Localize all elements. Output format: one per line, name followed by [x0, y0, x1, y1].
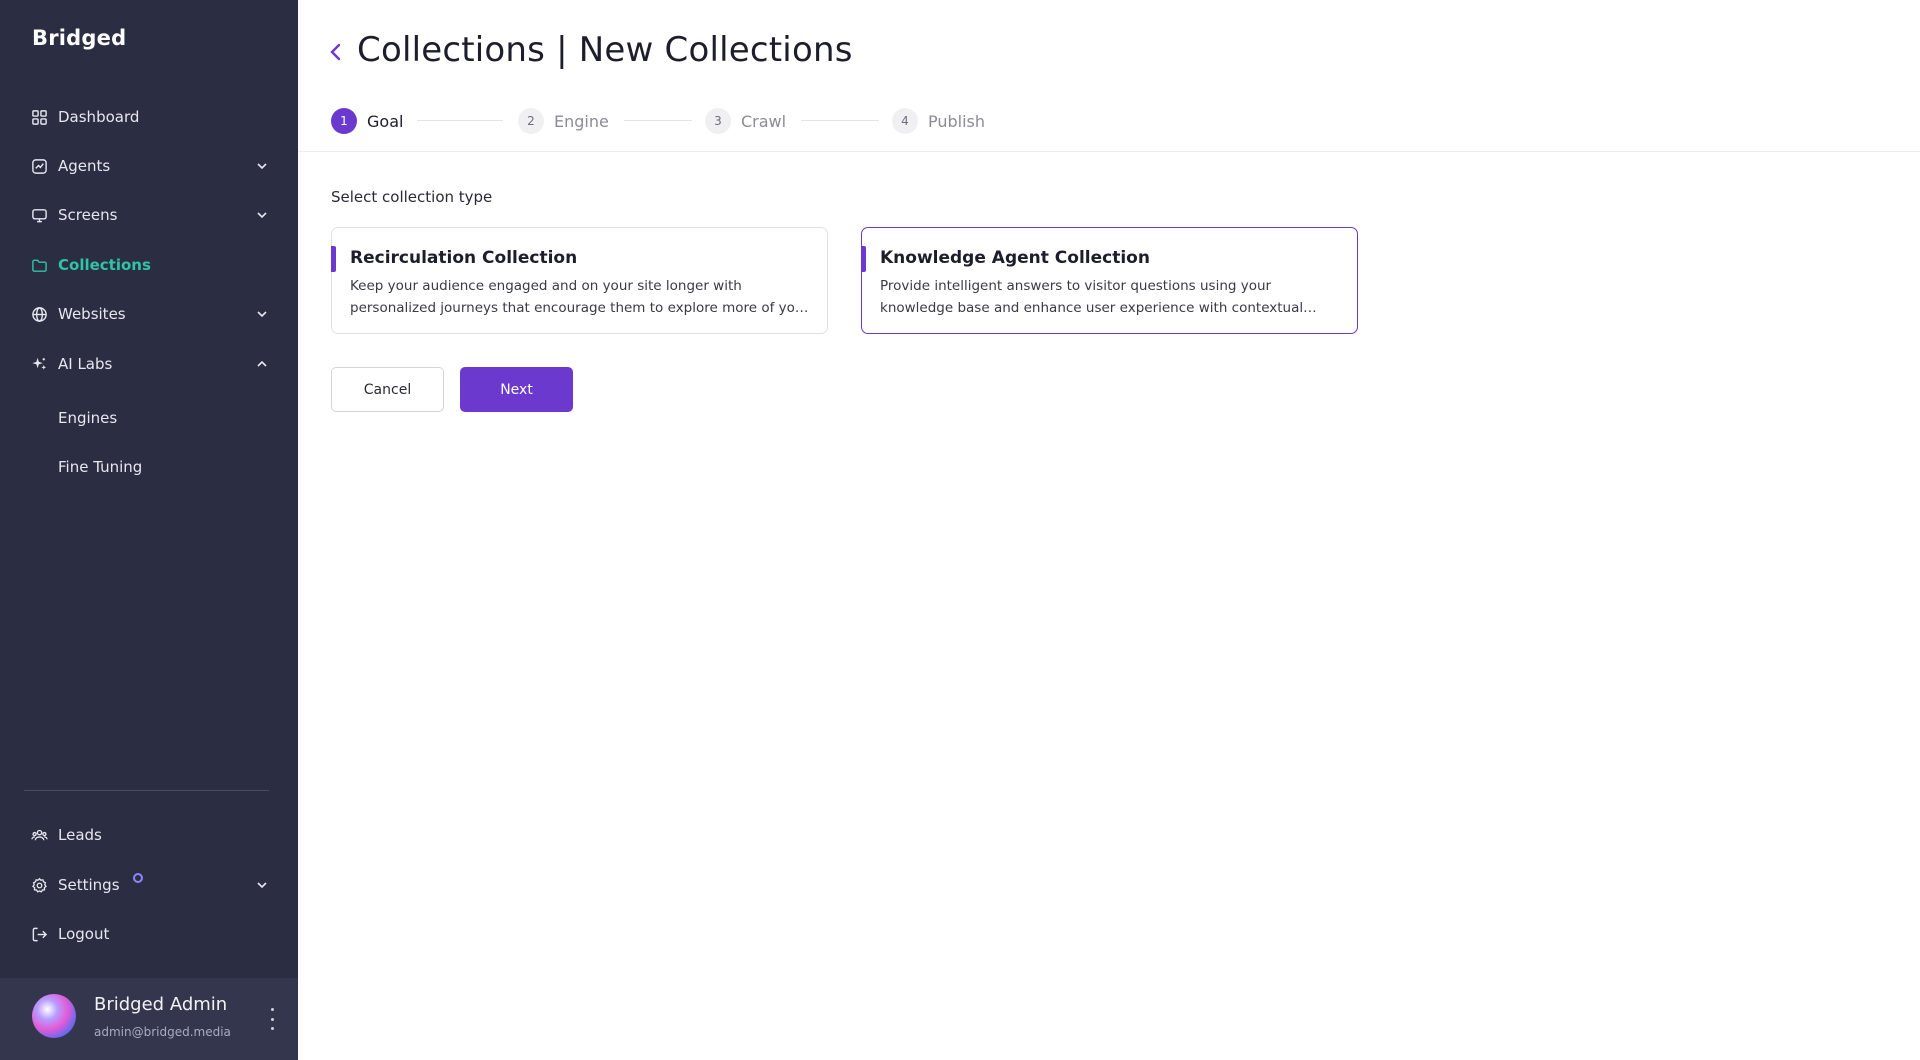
chevron-down-icon[interactable] [254, 306, 270, 322]
step-engine[interactable]: 2 Engine [518, 107, 609, 135]
sidebar-item-settings[interactable]: Settings [30, 868, 270, 902]
step-label: Goal [367, 111, 404, 131]
sparkles-icon [30, 355, 48, 373]
step-number: 3 [705, 108, 731, 134]
step-number: 4 [892, 108, 918, 134]
sidebar-subitem-engines[interactable]: Engines [58, 403, 117, 433]
chevron-down-icon[interactable] [254, 158, 270, 174]
chevron-down-icon[interactable] [254, 877, 270, 893]
header-divider [298, 151, 1920, 152]
sidebar-item-label: Collections [58, 256, 151, 274]
sidebar-item-label: Settings [58, 876, 120, 894]
sidebar-item-collections[interactable]: Collections [30, 248, 270, 282]
cancel-button[interactable]: Cancel [331, 367, 444, 412]
sidebar-subitem-label: Fine Tuning [58, 458, 143, 476]
sidebar-item-label: Websites [58, 305, 126, 323]
step-goal[interactable]: 1 Goal [331, 107, 403, 135]
sidebar-item-label: Agents [58, 157, 111, 175]
chart-icon [30, 157, 48, 175]
brand-logo[interactable]: Bridged [32, 26, 126, 50]
step-publish[interactable]: 4 Publish [892, 107, 985, 135]
monitor-icon [30, 206, 48, 224]
page-title: Collections | New Collections [357, 30, 853, 70]
chevron-up-icon[interactable] [254, 356, 270, 372]
grid-icon [30, 108, 48, 126]
sidebar-item-label: Logout [58, 925, 110, 943]
sidebar-item-dashboard[interactable]: Dashboard [30, 100, 270, 134]
card-description: Provide intelligent answers to visitor q… [880, 278, 1304, 316]
user-email: admin@bridged.media [94, 1025, 231, 1039]
step-number: 1 [331, 108, 357, 134]
stepper: 1 Goal 2 Engine 3 Crawl 4 Publish [331, 107, 1051, 135]
avatar[interactable] [32, 994, 76, 1038]
users-icon [30, 826, 48, 844]
step-label: Publish [928, 111, 986, 131]
step-label: Engine [554, 111, 609, 131]
card-title: Recirculation Collection [350, 248, 578, 268]
sidebar-subitem-label: Engines [58, 409, 118, 427]
notification-dot [133, 873, 143, 883]
sidebar-item-screens[interactable]: Screens [30, 198, 270, 232]
card-title: Knowledge Agent Collection [880, 248, 1150, 268]
back-arrow-icon[interactable] [326, 38, 346, 66]
sidebar-item-leads[interactable]: Leads [30, 818, 270, 852]
recirculation-collection-card[interactable]: Recirculation Collection Keep your audie… [331, 227, 828, 334]
folder-icon [30, 256, 48, 274]
more-options-icon[interactable] [264, 1008, 280, 1030]
chevron-down-icon[interactable] [254, 207, 270, 223]
section-label: Select collection type [331, 188, 493, 206]
sidebar-item-label: Dashboard [58, 108, 140, 126]
user-name: Bridged Admin [94, 994, 228, 1015]
sidebar: Bridged Dashboard Agents Screens Collect… [0, 0, 298, 1060]
knowledge-agent-collection-card[interactable]: Knowledge Agent Collection Provide intel… [861, 227, 1358, 334]
step-connector [624, 120, 692, 121]
sidebar-item-label: AI Labs [58, 355, 113, 373]
sidebar-item-ai-labs[interactable]: AI Labs [30, 347, 270, 381]
step-number: 2 [518, 108, 544, 134]
step-crawl[interactable]: 3 Crawl [705, 107, 786, 135]
gear-icon [30, 876, 48, 894]
step-connector [801, 120, 879, 121]
sidebar-subitem-fine-tuning[interactable]: Fine Tuning [58, 452, 142, 482]
next-button[interactable]: Next [460, 367, 573, 412]
logout-icon [30, 925, 48, 943]
card-description: Keep your audience engaged and on your s… [350, 278, 809, 316]
sidebar-divider [24, 790, 269, 791]
step-connector [417, 120, 503, 121]
card-accent [861, 246, 866, 272]
sidebar-item-label: Screens [58, 206, 118, 224]
globe-icon [30, 305, 48, 323]
step-label: Crawl [741, 111, 787, 131]
card-accent [331, 246, 336, 272]
sidebar-item-websites[interactable]: Websites [30, 297, 270, 331]
sidebar-item-agents[interactable]: Agents [30, 149, 270, 183]
user-panel: Bridged Admin admin@bridged.media [0, 978, 298, 1060]
sidebar-item-label: Leads [58, 826, 102, 844]
sidebar-item-logout[interactable]: Logout [30, 917, 270, 951]
